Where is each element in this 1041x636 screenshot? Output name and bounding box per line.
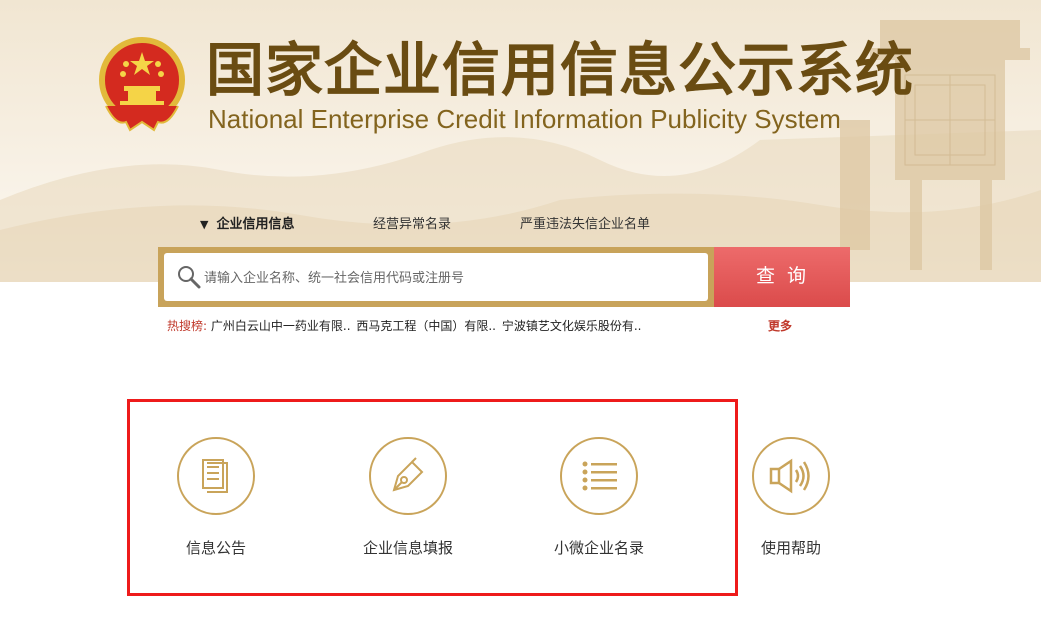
hot-search-item[interactable]: 西马克工程（中国）有限..	[356, 319, 496, 333]
search-bar	[158, 247, 714, 307]
feature-label: 使用帮助	[760, 539, 821, 557]
list-icon	[560, 437, 638, 515]
national-emblem-icon	[99, 37, 185, 132]
feature-label: 企业信息填报	[362, 539, 453, 557]
feature-info-announcement[interactable]: 信息公告	[146, 436, 286, 558]
hot-search-more-link[interactable]: 更多	[768, 317, 792, 334]
site-title-english: National Enterprise Credit Information P…	[208, 104, 841, 134]
search-box	[164, 253, 708, 301]
site-title: 国家企业信用信息公示系统	[206, 36, 915, 104]
feature-small-micro-enterprise-list[interactable]: 小微企业名录	[529, 436, 669, 558]
tab-label: 企业信用信息	[216, 217, 295, 232]
speaker-icon	[752, 437, 830, 515]
caret-down-icon: ▼	[200, 218, 209, 231]
tab-enterprise-credit-info[interactable]: ▼ 企业信用信息	[200, 213, 294, 232]
search-button[interactable]: 查询	[714, 247, 850, 307]
feature-label: 小微企业名录	[553, 539, 644, 557]
tab-serious-violation-list[interactable]: 严重违法失信企业名单	[520, 213, 650, 232]
hot-search-item[interactable]: 广州白云山中一药业有限..	[211, 319, 351, 333]
tab-label: 严重违法失信企业名单	[520, 217, 651, 232]
document-icon	[177, 437, 255, 515]
hot-search-label: 热搜榜:	[167, 319, 208, 333]
tab-abnormal-operation-list[interactable]: 经营异常名录	[373, 213, 451, 232]
header-banner: 国家企业信用信息公示系统 National Enterprise Credit …	[0, 0, 1041, 282]
feature-help[interactable]: 使用帮助	[721, 436, 861, 558]
search-input[interactable]	[204, 253, 694, 301]
feature-enterprise-info-filing[interactable]: 企业信息填报	[338, 436, 478, 558]
search-icon	[178, 266, 201, 289]
feature-label: 信息公告	[185, 539, 246, 557]
pen-nib-icon	[369, 437, 447, 515]
hot-search-list: 热搜榜: 广州白云山中一药业有限.. 西马克工程（中国）有限.. 宁波镇艺文化娱…	[167, 317, 643, 334]
tab-label: 经营异常名录	[373, 217, 452, 232]
hot-search-item[interactable]: 宁波镇艺文化娱乐股份有..	[502, 319, 642, 333]
